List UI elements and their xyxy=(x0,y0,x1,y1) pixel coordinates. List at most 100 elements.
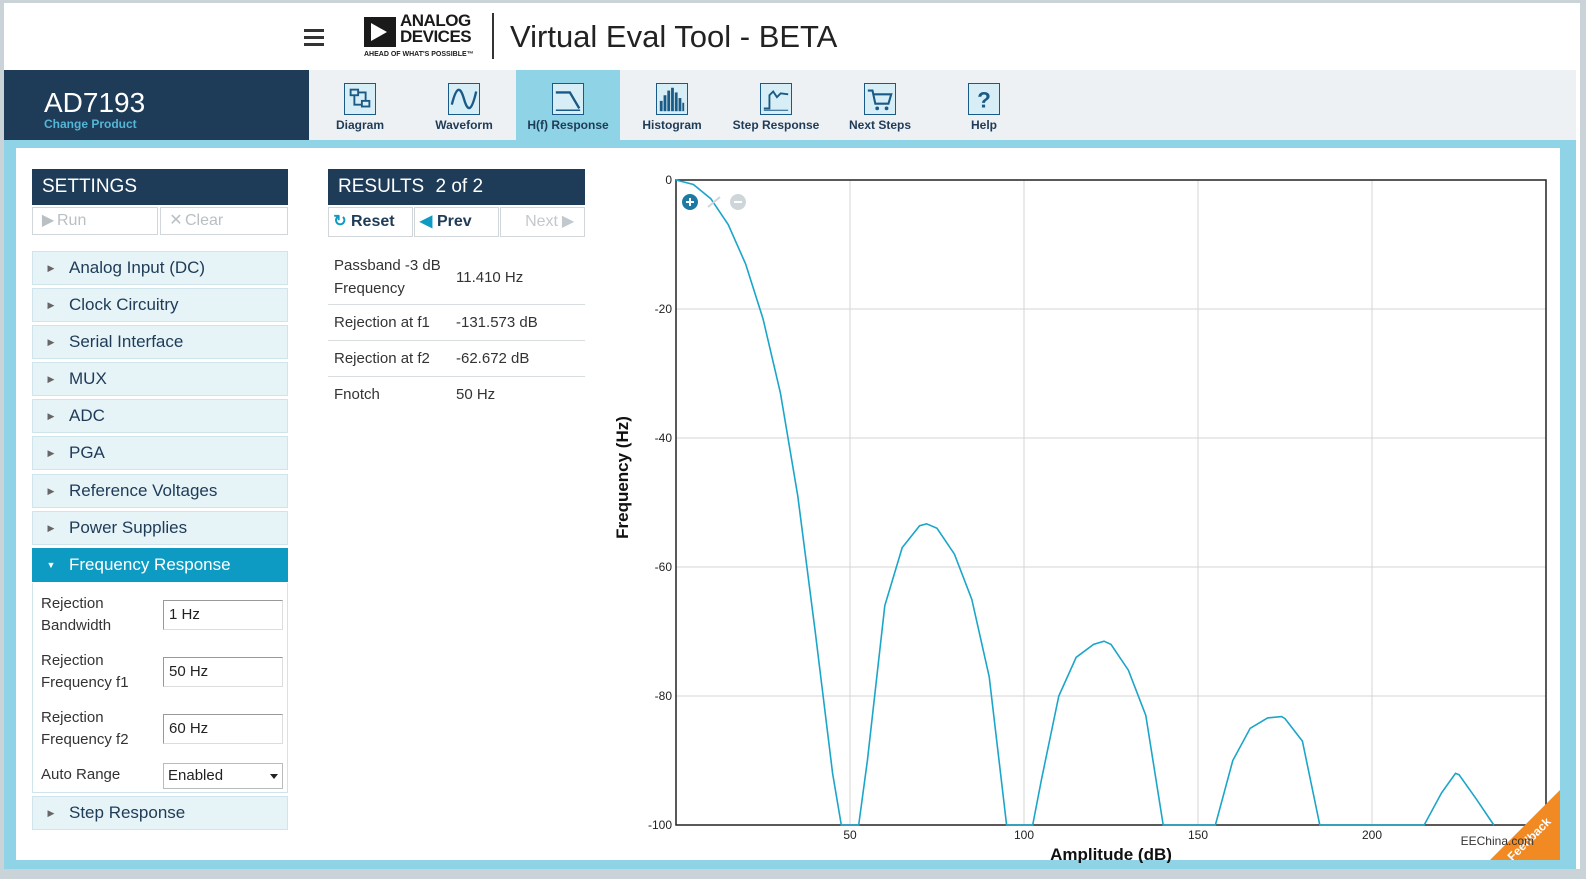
rejection-f1-input[interactable]: 50 Hz xyxy=(163,657,283,687)
tab-label: Histogram xyxy=(642,118,702,132)
window-scrollbar[interactable] xyxy=(1580,0,1586,879)
frequency-response-chart[interactable]: 50 100 150 200 0 -20 -40 -60 -80 -100 Amplitude (d… xyxy=(606,158,1556,863)
waveform-icon xyxy=(448,83,480,115)
accordion-label: Reference Voltages xyxy=(69,481,218,500)
result-value: 50 Hz xyxy=(456,386,496,403)
app-header: ANALOG DEVICES AHEAD OF WHAT'S POSSIBLE™… xyxy=(4,3,1576,70)
chevron-down-icon xyxy=(270,774,278,779)
tab-hf-response[interactable]: H(f) Response xyxy=(516,70,620,140)
tab-step-response[interactable]: Step Response xyxy=(724,70,828,140)
result-value: -62.672 dB xyxy=(456,350,530,367)
accordion-serial-interface[interactable]: ▶ Serial Interface xyxy=(32,325,288,359)
accordion-clock-circuitry[interactable]: ▶ Clock Circuitry xyxy=(32,288,288,322)
product-box: AD7193 Change Product xyxy=(4,70,309,140)
rejection-f2-input[interactable]: 60 Hz xyxy=(163,714,283,744)
label-line: Bandwidth xyxy=(41,617,112,634)
clear-button[interactable]: ✕ Clear xyxy=(160,207,288,235)
app-title: Virtual Eval Tool - BETA xyxy=(510,19,838,54)
rejection-bandwidth-input[interactable]: 1 Hz xyxy=(163,600,283,630)
tab-histogram[interactable]: Histogram xyxy=(620,70,724,140)
accordion-power-supplies[interactable]: ▶ Power Supplies xyxy=(32,511,288,545)
next-label: Next xyxy=(525,213,558,230)
header-divider xyxy=(492,13,494,59)
tab-label: Help xyxy=(970,118,997,132)
chevron-right-icon: ▶ xyxy=(47,263,55,273)
accordion-label: Step Response xyxy=(69,803,186,822)
tab-diagram[interactable]: Diagram xyxy=(308,70,412,140)
result-row-rejection-f1: Rejection at f1 -131.573 dB xyxy=(328,305,585,341)
step-response-icon xyxy=(760,83,792,115)
label-line: Rejection xyxy=(41,595,104,612)
rejection-bandwidth-label: Rejection Bandwidth xyxy=(41,593,111,637)
watermark: EEChina.com xyxy=(1460,834,1534,848)
clear-label: Clear xyxy=(185,212,224,229)
accordion-step-response[interactable]: ▶ Step Response xyxy=(32,796,288,830)
filter-response-icon xyxy=(552,83,584,115)
label-line: Frequency f1 xyxy=(41,674,129,691)
results-page: 2 of 2 xyxy=(435,176,484,197)
reset-button[interactable]: ↻ Reset xyxy=(328,207,413,237)
accordion-frequency-response[interactable]: ▼ Frequency Response xyxy=(32,548,288,582)
chevron-right-icon: ▶ xyxy=(47,523,55,533)
label-line: Rejection xyxy=(41,709,104,726)
chevron-down-icon: ▼ xyxy=(46,560,56,570)
chevron-right-icon: ▶ xyxy=(47,808,55,818)
help-icon: ? xyxy=(968,83,1000,115)
accordion-mux[interactable]: ▶ MUX xyxy=(32,362,288,396)
results-title: RESULTS xyxy=(338,176,425,197)
x-tick-label: 200 xyxy=(1362,828,1382,842)
accordion-label: ADC xyxy=(69,406,105,425)
change-product-link[interactable]: Change Product xyxy=(44,117,137,131)
rejection-f2-label: Rejection Frequency f2 xyxy=(41,707,129,751)
y-axis-label: Frequency (Hz) xyxy=(613,416,632,539)
results-header: RESULTS 2 of 2 xyxy=(328,169,585,205)
tab-label: Diagram xyxy=(335,118,385,132)
chevron-right-icon: ▶ xyxy=(47,448,55,458)
result-value: 11.410 Hz xyxy=(456,269,524,286)
label-line: Frequency f2 xyxy=(41,731,129,748)
settings-title: SETTINGS xyxy=(32,169,288,205)
chevron-right-icon: ▶ xyxy=(47,486,55,496)
result-row-fnotch: Fnotch 50 Hz xyxy=(328,377,585,412)
play-icon: ▶ xyxy=(41,212,55,229)
chevron-right-icon: ▶ xyxy=(47,374,55,384)
accordion-adc[interactable]: ▶ ADC xyxy=(32,399,288,433)
feedback-tab[interactable]: Feedback xyxy=(1490,790,1560,860)
prev-icon: ◀ xyxy=(419,213,433,230)
tab-waveform[interactable]: Waveform xyxy=(412,70,516,140)
y-tick-label: -20 xyxy=(655,302,673,316)
run-button[interactable]: ▶ Run xyxy=(32,207,158,235)
accordion-analog-input[interactable]: ▶ Analog Input (DC) xyxy=(32,251,288,285)
result-row-passband: Passband -3 dB Frequency 11.410 Hz xyxy=(328,252,585,305)
auto-range-label: Auto Range xyxy=(41,766,121,783)
result-value: -131.573 dB xyxy=(456,314,538,331)
tab-help[interactable]: ? Help xyxy=(932,70,1036,140)
accordion-label: Analog Input (DC) xyxy=(69,258,206,277)
accordion-label: Power Supplies xyxy=(69,518,188,537)
prev-label: Prev xyxy=(437,213,472,230)
rejection-f1-label: Rejection Frequency f1 xyxy=(41,650,129,694)
x-tick-label: 100 xyxy=(1014,828,1034,842)
tab-next-steps[interactable]: Next Steps xyxy=(828,70,932,140)
accordion-pga[interactable]: ▶ PGA xyxy=(32,436,288,470)
auto-range-select[interactable]: Enabled xyxy=(163,763,283,789)
accordion-label: Frequency Response xyxy=(69,555,231,574)
tab-label: Step Response xyxy=(732,118,820,132)
result-label: Rejection at f1 xyxy=(334,314,430,331)
label-line: Passband -3 dB xyxy=(334,257,441,274)
accordion-label: Clock Circuitry xyxy=(69,295,179,314)
y-tick-label: -60 xyxy=(655,560,673,574)
accordion-reference-voltages[interactable]: ▶ Reference Voltages xyxy=(32,474,288,508)
next-icon: ▶ xyxy=(561,213,575,230)
label-line: Rejection xyxy=(41,652,104,669)
hamburger-icon[interactable] xyxy=(304,29,324,47)
refresh-icon: ↻ xyxy=(333,213,347,230)
result-row-rejection-f2: Rejection at f2 -62.672 dB xyxy=(328,341,585,377)
logo-line-2: DEVICES xyxy=(400,27,472,46)
accordion-label: Serial Interface xyxy=(69,332,184,351)
next-button[interactable]: Next ▶ xyxy=(500,207,585,237)
tab-label: Waveform xyxy=(435,118,493,132)
prev-button[interactable]: ◀ Prev xyxy=(414,207,499,237)
tab-label: H(f) Response xyxy=(527,118,609,132)
frequency-response-panel: Rejection Bandwidth 1 Hz Rejection Frequ… xyxy=(32,583,288,793)
